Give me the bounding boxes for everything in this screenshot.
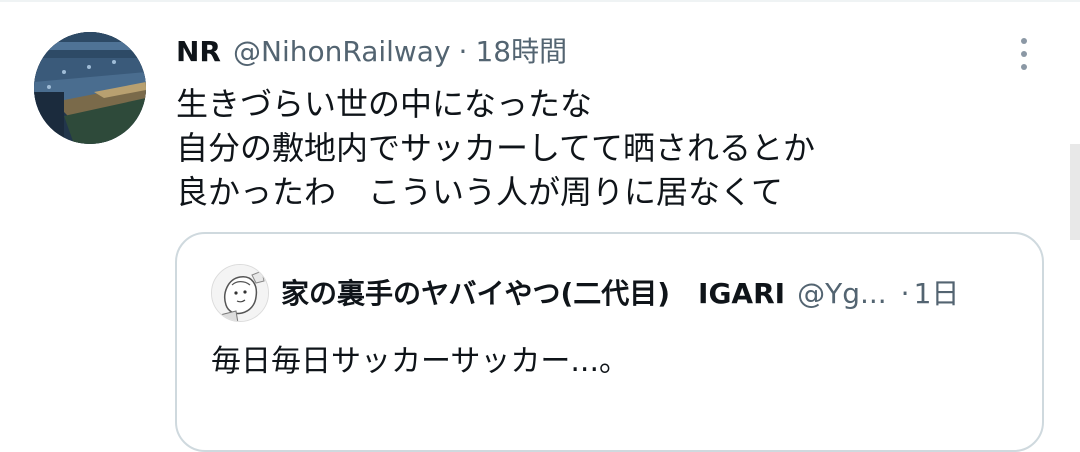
stadium-photo-avatar-icon	[34, 32, 146, 144]
quoted-timestamp[interactable]: 1日	[914, 272, 960, 316]
more-dot	[1021, 64, 1027, 70]
quoted-separator-dot: ·	[900, 277, 910, 310]
quoted-user-avatar[interactable]	[211, 264, 269, 322]
tweet-header: NR @NihonRailway · 18時間	[176, 32, 567, 72]
tweet-text-line: 良かったわ こういう人が周りに居なくて	[176, 173, 784, 211]
more-dot	[1021, 51, 1027, 57]
more-vertical-icon[interactable]	[1008, 34, 1040, 74]
user-handle[interactable]: @NihonRailway	[233, 32, 451, 72]
display-name[interactable]: NR	[176, 32, 221, 72]
quoted-tweet-text: 毎日毎日サッカーサッカー...。	[211, 344, 630, 379]
quoted-user-handle[interactable]: @Yg...	[797, 272, 887, 316]
quoted-display-name[interactable]: 家の裏手のヤバイやつ(二代目) IGARI	[281, 272, 785, 316]
sketch-character-avatar-icon	[212, 265, 268, 321]
tweet-text-line: 自分の敷地内でサッカーしてて晒されるとか	[176, 129, 816, 167]
tweet-text: 生きづらい世の中になったな 自分の敷地内でサッカーしてて晒されるとか 良かったわ…	[176, 82, 1056, 214]
quoted-tweet[interactable]: 家の裏手のヤバイやつ(二代目) IGARI @Yg... · 1日 毎日毎日サッ…	[175, 232, 1044, 452]
scrollbar[interactable]	[1070, 144, 1080, 240]
more-dot	[1021, 38, 1027, 44]
tweet-text-line: 生きづらい世の中になったな	[176, 85, 593, 123]
tweet[interactable]: NR @NihonRailway · 18時間 生きづらい世の中になったな 自分…	[0, 0, 1080, 452]
user-avatar[interactable]	[34, 32, 146, 144]
separator-dot: ·	[458, 35, 468, 68]
timestamp[interactable]: 18時間	[475, 32, 567, 72]
quoted-tweet-header: 家の裏手のヤバイやつ(二代目) IGARI @Yg... · 1日	[281, 272, 959, 316]
